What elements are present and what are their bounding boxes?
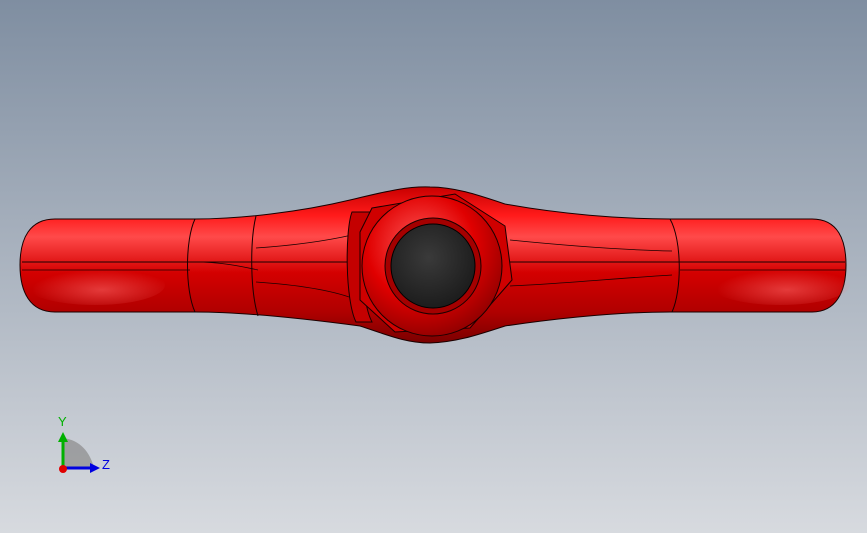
graphics-viewport[interactable]: Y Z (0, 0, 867, 533)
hub-bore[interactable] (390, 223, 476, 309)
right-end-highlight (710, 265, 850, 305)
left-end-highlight (25, 265, 165, 305)
triad-x-axis (59, 465, 67, 473)
triad-y-label: Y (58, 414, 67, 429)
model-view[interactable]: Y Z (0, 0, 867, 533)
triad-z-label: Z (102, 457, 110, 472)
